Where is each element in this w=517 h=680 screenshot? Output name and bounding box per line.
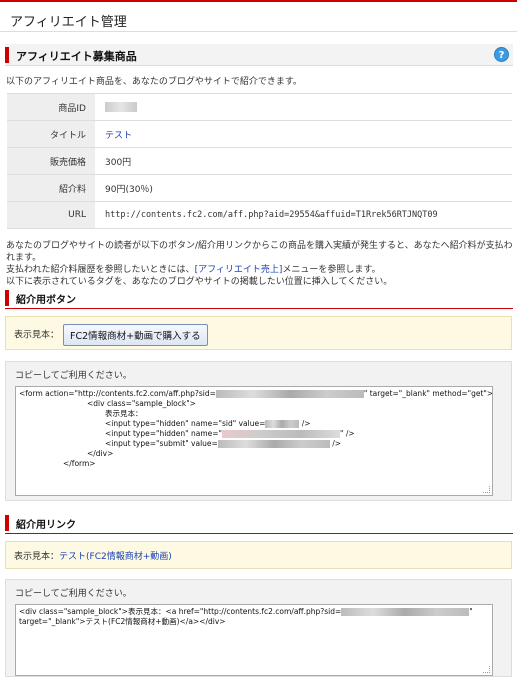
intro-text: 以下のアフィリエイト商品を、あなたのブログやサイトで紹介できます。: [6, 77, 302, 87]
link-code-box: コピーしてご利用ください。 <div class="sample_block">…: [5, 579, 512, 677]
copy-label: コピーしてご利用ください。: [15, 589, 132, 599]
affiliate-sales-link[interactable]: [アフィリエイト売上]: [195, 265, 283, 275]
section-title: 紹介用ボタン: [16, 295, 76, 306]
link-code-textarea[interactable]: <div class="sample_block">表示見本：<a href="…: [15, 604, 493, 676]
product-title-link[interactable]: テスト: [105, 131, 132, 141]
button-sample-box: 表示見本： FC2情報商材+動画で購入する: [5, 316, 512, 350]
row-label: 紹介料: [7, 174, 95, 202]
sample-label: 表示見本：: [14, 330, 60, 341]
section-accent-bar: [5, 47, 9, 63]
sample-affiliate-link[interactable]: テスト(FC2情報商材+動画): [59, 552, 172, 562]
fc2-purchase-button[interactable]: FC2情報商材+動画で購入する: [63, 324, 208, 346]
button-code-textarea[interactable]: <form action="http://contents.fc2.com/af…: [15, 386, 493, 496]
resize-handle[interactable]: [483, 486, 490, 493]
copy-label: コピーしてご利用ください。: [15, 371, 132, 381]
row-label: 販売価格: [7, 147, 95, 175]
help-icon[interactable]: ?: [494, 47, 509, 62]
page-header: アフィリエイト管理: [0, 0, 517, 32]
product-id-value: [95, 93, 512, 121]
product-info-table: 商品ID タイトル テスト 販売価格 300円 紹介料 90円(30％) URL…: [7, 93, 512, 229]
table-row: タイトル テスト: [7, 120, 512, 148]
button-code-box: コピーしてご利用ください。 <form action="http://conte…: [5, 361, 512, 501]
section-header-affiliate-products: アフィリエイト募集商品 ?: [5, 44, 513, 66]
table-row: 紹介料 90円(30％): [7, 174, 512, 202]
description-line: 支払われた紹介料履歴を参照したいときには、[アフィリエイト売上]メニューを参照し…: [6, 265, 381, 275]
table-row: 販売価格 300円: [7, 147, 512, 175]
section-header-button: 紹介用ボタン: [5, 287, 513, 309]
table-row: URL http://contents.fc2.com/aff.php?aid=…: [7, 201, 512, 229]
section-title: 紹介用リンク: [16, 520, 76, 531]
table-row: 商品ID: [7, 93, 512, 121]
row-label: 商品ID: [7, 93, 95, 121]
url-value: http://contents.fc2.com/aff.php?aid=2955…: [95, 201, 512, 229]
description-line: あなたのブログやサイトの読者が以下のボタン/紹介用リンクからこの商品を購入実績が…: [6, 241, 513, 263]
page-title: アフィリエイト管理: [10, 15, 127, 30]
price-value: 300円: [95, 147, 512, 175]
section-header-link: 紹介用リンク: [5, 512, 513, 534]
redacted-id: [105, 101, 137, 112]
resize-handle[interactable]: [483, 666, 490, 673]
row-label: タイトル: [7, 120, 95, 148]
link-sample-box: 表示見本：テスト(FC2情報商材+動画): [5, 541, 512, 569]
section-title: アフィリエイト募集商品: [16, 50, 137, 63]
sample-label: 表示見本：: [14, 552, 60, 562]
commission-value: 90円(30％): [95, 174, 512, 202]
description: あなたのブログやサイトの読者が以下のボタン/紹介用リンクからこの商品を購入実績が…: [6, 240, 514, 288]
row-label: URL: [7, 201, 95, 229]
